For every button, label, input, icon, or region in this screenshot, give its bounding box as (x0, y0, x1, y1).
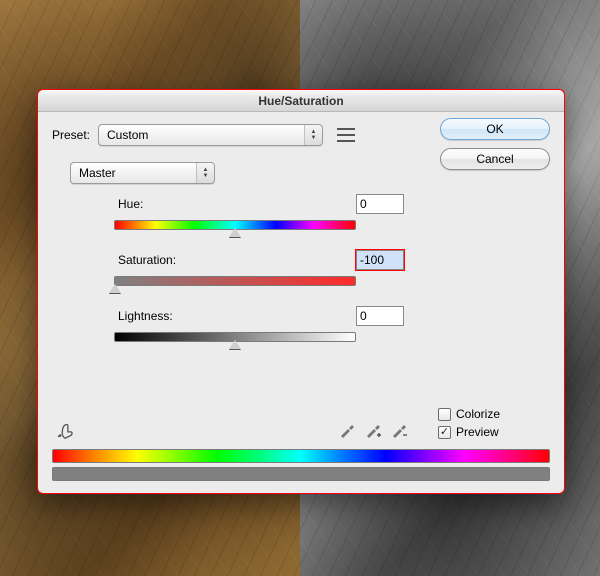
edit-value: Master (71, 166, 196, 180)
dialog-title: Hue/Saturation (38, 90, 564, 112)
preset-menu-icon[interactable] (337, 128, 355, 142)
saturation-input[interactable]: -100 (356, 250, 404, 270)
preview-label: Preview (456, 425, 499, 439)
preset-label: Preset: (52, 128, 90, 142)
checkbox-icon (438, 408, 451, 421)
color-range-bars (52, 449, 550, 481)
saturation-group: Saturation: -100 (66, 250, 404, 286)
lightness-slider-knob[interactable] (229, 340, 241, 350)
eyedropper-icon[interactable] (338, 421, 356, 439)
hue-slider-knob[interactable] (229, 228, 241, 238)
lightness-input[interactable]: 0 (356, 306, 404, 326)
hue-slider[interactable] (114, 220, 356, 230)
targeted-adjustment-icon[interactable] (56, 419, 78, 441)
ok-button[interactable]: OK (440, 118, 550, 140)
chevron-updown-icon: ▲▼ (304, 125, 322, 145)
eyedropper-minus-icon[interactable] (390, 421, 408, 439)
saturation-slider[interactable] (114, 276, 356, 286)
hue-group: Hue: 0 (66, 194, 404, 230)
preset-dropdown[interactable]: Custom ▲▼ (98, 124, 323, 146)
lightness-label: Lightness: (66, 309, 206, 323)
eyedropper-plus-icon[interactable] (364, 421, 382, 439)
colorize-label: Colorize (456, 407, 500, 421)
input-spectrum (52, 449, 550, 463)
checkbox-checked-icon: ✓ (438, 426, 451, 439)
cancel-button[interactable]: Cancel (440, 148, 550, 170)
chevron-updown-icon: ▲▼ (196, 163, 214, 183)
output-spectrum (52, 467, 550, 481)
hue-saturation-dialog: Hue/Saturation Preset: Custom ▲▼ OK (37, 89, 565, 494)
preview-checkbox[interactable]: ✓ Preview (438, 425, 550, 439)
background-texture: Hue/Saturation Preset: Custom ▲▼ OK (0, 0, 600, 576)
edit-dropdown[interactable]: Master ▲▼ (70, 162, 215, 184)
saturation-slider-knob[interactable] (109, 284, 121, 294)
cancel-button-label: Cancel (476, 152, 513, 166)
saturation-label: Saturation: (66, 253, 206, 267)
lightness-group: Lightness: 0 (66, 306, 404, 342)
colorize-checkbox[interactable]: Colorize (438, 407, 550, 421)
hue-input[interactable]: 0 (356, 194, 404, 214)
preset-value: Custom (99, 128, 304, 142)
lightness-slider[interactable] (114, 332, 356, 342)
hue-label: Hue: (66, 197, 206, 211)
ok-button-label: OK (486, 122, 503, 136)
